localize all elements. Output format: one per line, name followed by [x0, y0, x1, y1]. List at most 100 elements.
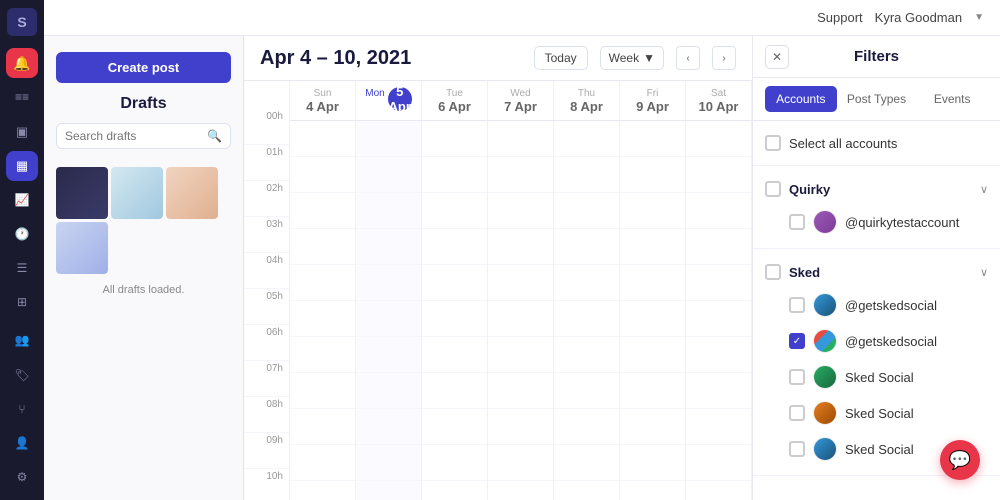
filters-close-button[interactable]: ✕ [765, 45, 789, 69]
sked-account-item-1[interactable]: @getskedsocial [765, 287, 988, 323]
sked-account-item-2[interactable]: ✓ @getskedsocial [765, 323, 988, 359]
list-icon[interactable]: ☰ [6, 253, 38, 283]
chat-fab-button[interactable]: 💬 [940, 440, 980, 480]
support-link[interactable]: Support [817, 10, 863, 25]
draft-thumbnail[interactable] [56, 167, 108, 219]
filters-title: Filters [854, 48, 899, 65]
day-header-thu: Thu 8 Apr [554, 81, 620, 120]
sked-account-label-1: @getskedsocial [845, 298, 988, 313]
day-header-tue: Tue 6 Apr [422, 81, 488, 120]
sked-account-avatar-2 [813, 329, 837, 353]
sked-group-header[interactable]: Sked ∨ [765, 257, 988, 287]
day-headers: Sun 4 Apr Mon 5 Apr Tue 6 Apr [290, 81, 752, 121]
search-input[interactable] [65, 129, 201, 143]
sked-account-item-3[interactable]: Sked Social [765, 359, 988, 395]
settings-icon[interactable]: ⚙ [6, 462, 38, 492]
day-columns: Sun 4 Apr Mon 5 Apr Tue 6 Apr [290, 81, 752, 500]
time-slot: 09h [244, 433, 289, 469]
day-col-sat[interactable] [686, 121, 752, 500]
day-header-sat: Sat 10 Apr [686, 81, 752, 120]
tab-accounts[interactable]: Accounts [765, 86, 837, 112]
time-slot: 01h [244, 145, 289, 181]
connect-icon[interactable]: ⑂ [6, 394, 38, 424]
sked-account-label-4: Sked Social [845, 406, 988, 421]
clock-icon[interactable]: 🕐 [6, 219, 38, 249]
day-col-mon[interactable]: 11:19 ↻ 12:59 [356, 121, 422, 500]
user-chevron-icon: ▼ [974, 12, 984, 23]
day-header-sun: Sun 4 Apr [290, 81, 356, 120]
all-drafts-loaded-text: All drafts loaded. [44, 278, 243, 302]
time-slot: 06h [244, 325, 289, 361]
hour-cell[interactable] [290, 121, 355, 157]
mobile-icon[interactable]: ▣ [6, 117, 38, 147]
grid-icon[interactable]: ⊞ [6, 287, 38, 317]
quirky-group-label: Quirky [789, 182, 972, 197]
tag-icon[interactable]: 🏷 [6, 360, 38, 390]
prev-week-button[interactable]: ‹ [676, 46, 700, 70]
day-col-fri[interactable] [620, 121, 686, 500]
drafts-title: Drafts [56, 95, 231, 113]
search-icon: 🔍 [207, 129, 222, 143]
sked-account-checkbox-4[interactable] [789, 405, 805, 421]
calendar-header: Apr 4 – 10, 2021 Today Week ▼ ‹ › [244, 36, 752, 81]
draft-thumbnail[interactable] [56, 222, 108, 274]
select-all-section: Select all accounts [753, 121, 1000, 166]
quirky-group: Quirky ∨ @quirkytestaccount [753, 166, 1000, 249]
quirky-account-avatar [813, 210, 837, 234]
filters-header: ✕ Filters [753, 36, 1000, 78]
draft-thumbnail[interactable] [111, 167, 163, 219]
search-box[interactable]: 🔍 [56, 123, 231, 149]
quirky-group-header[interactable]: Quirky ∨ [765, 174, 988, 204]
quirky-account-label: @quirkytestaccount [845, 215, 988, 230]
select-all-checkbox[interactable] [765, 135, 781, 151]
filters-panel: ✕ Filters Accounts Post Types Events Sel… [752, 36, 1000, 500]
tab-events[interactable]: Events [916, 86, 988, 112]
sked-account-avatar-3 [813, 365, 837, 389]
notification-icon[interactable]: 🔔 [6, 48, 38, 78]
draft-thumbnail[interactable] [166, 167, 218, 219]
time-slot: 03h [244, 217, 289, 253]
time-column: 00h 01h 02h 03h 04h 05h 06h 07h 08h 09h … [244, 81, 290, 500]
next-week-button[interactable]: › [712, 46, 736, 70]
sked-account-avatar-5 [813, 437, 837, 461]
sked-chevron-icon: ∨ [980, 266, 988, 279]
sked-group-checkbox[interactable] [765, 264, 781, 280]
create-post-button[interactable]: Create post [56, 52, 231, 83]
week-selector[interactable]: Week ▼ [600, 46, 664, 70]
sked-account-label-2: @getskedsocial [845, 334, 988, 349]
day-header-fri: Fri 9 Apr [620, 81, 686, 120]
day-col-wed[interactable] [488, 121, 554, 500]
select-all-label: Select all accounts [789, 136, 897, 151]
chart-icon[interactable]: 📈 [6, 185, 38, 215]
quirky-account-checkbox[interactable] [789, 214, 805, 230]
quirky-group-checkbox[interactable] [765, 181, 781, 197]
sked-account-label-3: Sked Social [845, 370, 988, 385]
sked-account-checkbox-2[interactable]: ✓ [789, 333, 805, 349]
calendar-title: Apr 4 – 10, 2021 [260, 47, 522, 70]
day-col-sun[interactable] [290, 121, 356, 500]
sked-account-checkbox-3[interactable] [789, 369, 805, 385]
filter-tabs: Accounts Post Types Events [753, 78, 1000, 121]
sked-account-avatar-4 [813, 401, 837, 425]
calendar-icon[interactable]: ▦ [6, 151, 38, 181]
user-name[interactable]: Kyra Goodman [875, 10, 962, 25]
users-icon[interactable]: 👥 [6, 325, 38, 355]
feed-icon[interactable]: ≡≡ [6, 82, 38, 112]
quirky-chevron-icon: ∨ [980, 183, 988, 196]
sked-account-item-4[interactable]: Sked Social [765, 395, 988, 431]
person-icon[interactable]: 👤 [6, 428, 38, 458]
drafts-header: Create post Drafts 🔍 [44, 36, 243, 157]
quirky-account-item[interactable]: @quirkytestaccount [765, 204, 988, 240]
time-slot: 07h [244, 361, 289, 397]
days-grid: 11:19 ↻ 12:59 [290, 121, 752, 500]
drafts-images [44, 157, 243, 278]
time-slot: 10h [244, 469, 289, 500]
sked-account-checkbox-1[interactable] [789, 297, 805, 313]
select-all-item[interactable]: Select all accounts [765, 129, 988, 157]
tab-post-types[interactable]: Post Types [841, 86, 913, 112]
today-button[interactable]: Today [534, 46, 588, 70]
day-col-tue[interactable] [422, 121, 488, 500]
day-col-thu[interactable] [554, 121, 620, 500]
drafts-panel: Create post Drafts 🔍 All drafts loaded. [44, 36, 244, 500]
sked-account-checkbox-5[interactable] [789, 441, 805, 457]
